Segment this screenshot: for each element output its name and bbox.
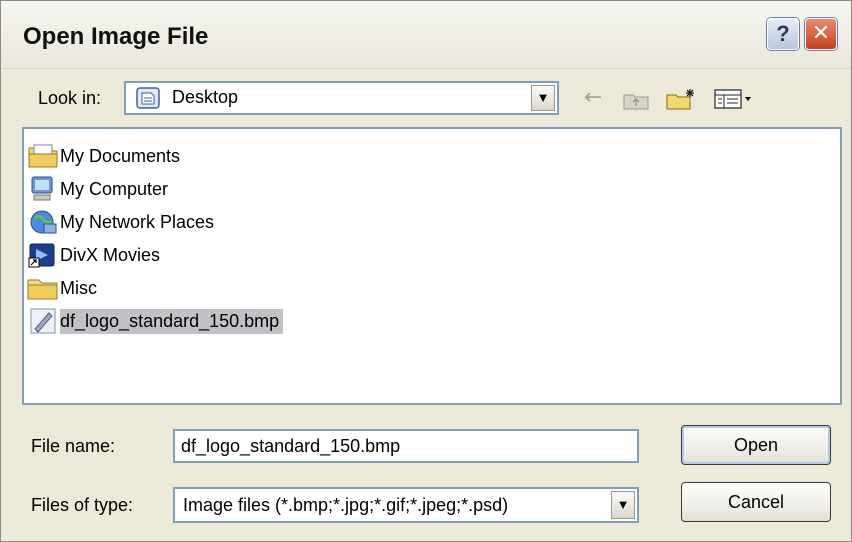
look-in-label: Look in: [38,88,102,108]
help-button[interactable]: ? [767,18,799,50]
file-list[interactable]: My Documents My Computer My Network Plac… [22,127,842,405]
file-name-input[interactable] [173,429,639,463]
folder-icon [27,279,58,300]
list-item[interactable]: Misc [26,273,101,303]
file-type-label: Files of type: [31,495,134,515]
desktop-icon [136,87,160,109]
open-image-dialog: Open Image File ? ✕ Look in: Desktop ▼ ← [0,0,852,542]
back-arrow-icon[interactable]: ← [584,87,608,111]
file-name: df_logo_standard_150.bmp [60,308,284,334]
list-item[interactable]: My Computer [26,174,172,204]
look-in-value: Desktop [172,87,239,107]
chevron-down-icon[interactable]: ▼ [531,85,555,111]
file-name: Misc [60,277,97,298]
open-button[interactable]: Open [681,425,831,465]
new-folder-icon[interactable] [665,87,697,111]
file-type-dropdown[interactable]: Image files (*.bmp;*.jpg;*.gif;*.jpeg;*.… [173,487,639,523]
my-documents-icon [28,144,58,168]
title-bar[interactable]: Open Image File ? ✕ [1,1,851,69]
shortcut-icon [28,243,55,268]
list-item[interactable]: My Documents [26,141,184,171]
file-type-value: Image files (*.bmp;*.jpg;*.gif;*.jpeg;*.… [183,495,509,515]
close-button[interactable]: ✕ [805,18,837,50]
file-name: My Network Places [60,211,215,232]
my-computer-icon [31,176,53,201]
file-name: DivX Movies [60,244,161,265]
look-in-dropdown[interactable]: Desktop ▼ [124,81,559,115]
list-item[interactable]: DivX Movies [26,240,164,270]
list-item[interactable]: My Network Places [26,207,218,237]
views-menu-icon[interactable] [713,87,755,111]
file-name-label: File name: [31,436,116,456]
up-one-level-icon[interactable] [622,87,650,111]
list-item-selected[interactable]: df_logo_standard_150.bmp [26,306,284,336]
cancel-button[interactable]: Cancel [681,482,831,522]
file-name: My Computer [60,178,169,199]
dialog-title: Open Image File [23,23,209,50]
chevron-down-icon[interactable]: ▼ [611,491,635,519]
network-places-icon [30,210,57,234]
bitmap-file-icon [30,308,56,334]
file-name: My Documents [60,145,181,166]
